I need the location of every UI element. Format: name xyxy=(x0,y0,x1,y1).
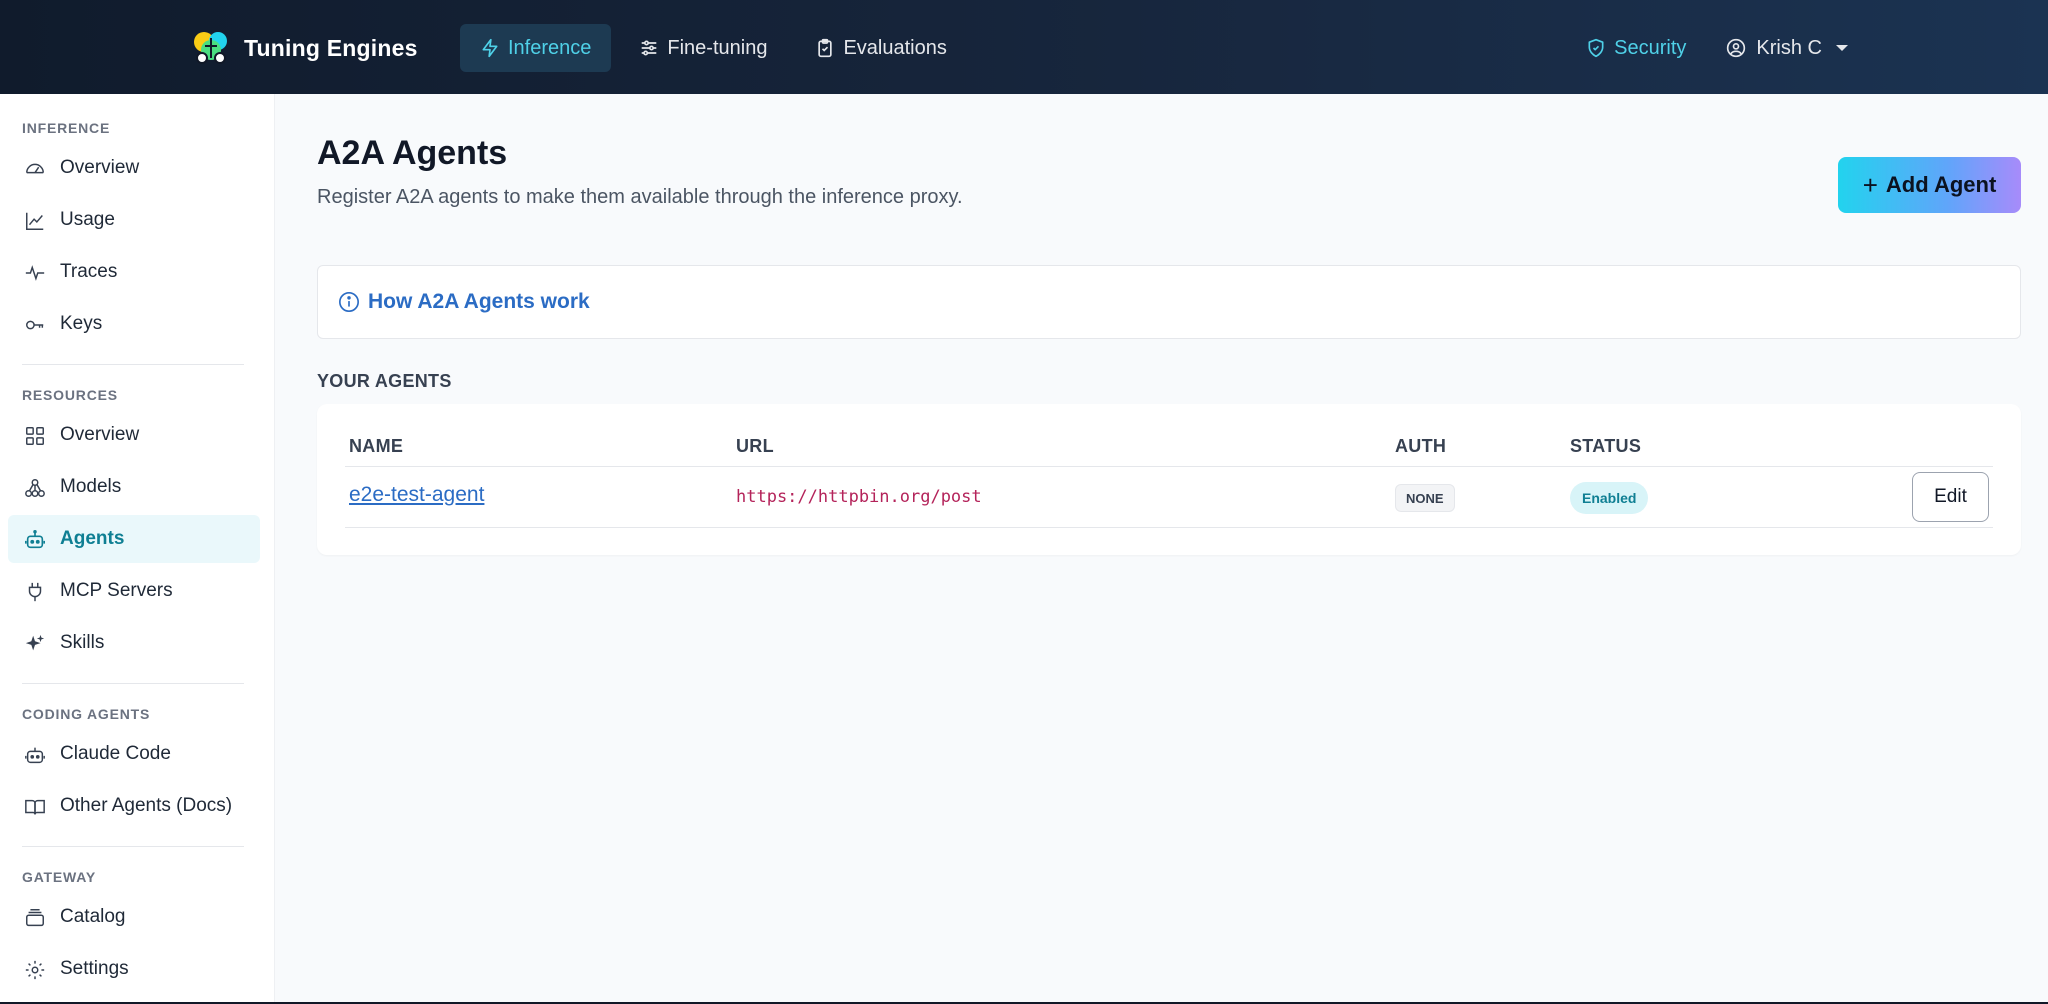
sidebar-item-label: Other Agents (Docs) xyxy=(60,795,233,816)
clipboard-icon xyxy=(818,38,833,58)
sidebar-section-coding-agents: CODING AGENTS xyxy=(22,706,151,722)
user-circle-icon xyxy=(1727,38,1746,58)
brand-name: Tuning Engines xyxy=(244,34,418,61)
gear-icon xyxy=(25,960,45,980)
sidebar-item-other-agents-docs[interactable]: Other Agents (Docs) xyxy=(8,782,260,830)
sidebar-item-models[interactable]: Models xyxy=(8,463,260,511)
sidebar-section-resources: RESOURCES xyxy=(22,387,118,403)
nav-evaluations-label: Evaluations xyxy=(843,36,947,59)
sidebar-divider xyxy=(22,364,244,365)
sidebar-item-agents[interactable]: Agents xyxy=(8,515,260,563)
table-row-divider xyxy=(345,527,1993,528)
chevron-down-icon xyxy=(1836,45,1848,51)
sidebar-item-keys[interactable]: Keys xyxy=(8,300,260,348)
sidebar-item-settings[interactable]: Settings xyxy=(8,945,260,993)
column-header-url: URL xyxy=(736,436,774,456)
sidebar-item-label: Overview xyxy=(60,157,140,178)
brand-logo-icon xyxy=(194,32,227,64)
nav-fine-tuning-label: Fine-tuning xyxy=(667,36,768,59)
brand[interactable]: Tuning Engines xyxy=(190,28,418,68)
nav-fine-tuning[interactable]: Fine-tuning xyxy=(619,24,787,72)
column-header-name: NAME xyxy=(349,436,404,456)
table-row: e2e-test-agent https://httpbin.org/post … xyxy=(317,467,2021,527)
sidebar-divider xyxy=(22,683,244,684)
nav-inference-label: Inference xyxy=(508,36,592,59)
user-name: Krish C xyxy=(1756,36,1822,59)
plug-icon xyxy=(28,582,42,602)
top-right-actions: Security Krish C xyxy=(1586,24,1848,72)
bolt-icon xyxy=(482,38,498,58)
how-it-works-panel[interactable]: How A2A Agents work xyxy=(317,265,2021,339)
sidebar-item-inference-overview[interactable]: Overview xyxy=(8,144,260,192)
sidebar-item-label: Keys xyxy=(60,313,103,334)
agent-name-link[interactable]: e2e-test-agent xyxy=(349,483,484,507)
sidebar-item-resources-overview[interactable]: Overview xyxy=(8,411,260,459)
top-navbar: Tuning Engines Inference Fine-tuning Eva… xyxy=(0,0,2048,94)
auth-badge: NONE xyxy=(1395,484,1455,512)
sidebar-item-label: Claude Code xyxy=(60,743,171,764)
sidebar-item-label: Traces xyxy=(60,261,118,282)
sidebar-item-label: Settings xyxy=(60,958,129,979)
book-icon xyxy=(25,799,45,815)
top-nav: Inference Fine-tuning Evaluations xyxy=(460,24,967,72)
security-link[interactable]: Security xyxy=(1586,37,1686,60)
page-subtitle: Register A2A agents to make them availab… xyxy=(317,186,963,208)
shield-icon xyxy=(1588,38,1604,58)
section-title-your-agents: YOUR AGENTS xyxy=(317,371,452,391)
sidebar-divider xyxy=(22,846,244,847)
sidebar-section-inference: INFERENCE xyxy=(22,120,111,136)
app-root: Tuning Engines Inference Fine-tuning Eva… xyxy=(0,0,2048,1004)
sidebar-item-mcp-servers[interactable]: MCP Servers xyxy=(8,567,260,615)
how-it-works-link: How A2A Agents work xyxy=(368,290,590,313)
bot-icon xyxy=(25,530,45,549)
bot-icon xyxy=(25,747,45,764)
sparkles-icon xyxy=(25,634,45,651)
gauge-icon xyxy=(26,163,44,174)
sidebar-item-catalog[interactable]: Catalog xyxy=(8,893,260,941)
nav-evaluations[interactable]: Evaluations xyxy=(795,24,966,72)
agents-table: NAME URL AUTH STATUS e2e-test-agent http… xyxy=(317,404,2021,555)
sliders-icon xyxy=(641,40,657,56)
grid-icon xyxy=(26,427,44,445)
add-agent-label: Add Agent xyxy=(1885,172,1997,197)
edit-agent-button[interactable]: Edit xyxy=(1912,472,1989,522)
column-header-status: STATUS xyxy=(1570,436,1642,456)
sidebar-item-skills[interactable]: Skills xyxy=(8,619,260,667)
plus-icon: + xyxy=(1862,170,1878,200)
agent-url: https://httpbin.org/post xyxy=(736,487,982,507)
column-header-auth: AUTH xyxy=(1395,436,1447,456)
sidebar-item-label: Skills xyxy=(60,632,105,653)
sidebar-item-label: Catalog xyxy=(60,906,126,927)
sidebar-item-label: Overview xyxy=(60,424,140,445)
add-agent-button[interactable]: + Add Agent xyxy=(1838,157,2021,213)
main-content: A2A Agents Register A2A agents to make t… xyxy=(275,94,2048,1004)
sidebar-item-label: Usage xyxy=(60,209,115,230)
nav-inference[interactable]: Inference xyxy=(460,24,612,72)
sidebar-item-usage[interactable]: Usage xyxy=(8,196,260,244)
status-badge: Enabled xyxy=(1570,482,1649,514)
security-label: Security xyxy=(1614,36,1687,59)
activity-icon xyxy=(25,265,45,281)
sidebar-item-label: Models xyxy=(60,476,122,497)
sidebar-item-traces[interactable]: Traces xyxy=(8,248,260,296)
key-icon xyxy=(26,320,44,330)
sidebar-item-label: Agents xyxy=(60,528,125,549)
table-header: NAME URL AUTH STATUS xyxy=(317,404,2021,466)
sidebar-item-label: MCP Servers xyxy=(60,580,173,601)
sidebar: INFERENCE Overview Usage Traces Keys RES… xyxy=(0,94,275,1004)
info-icon xyxy=(339,292,359,312)
layers-icon xyxy=(26,909,44,927)
sidebar-item-claude-code[interactable]: Claude Code xyxy=(8,730,260,778)
network-icon xyxy=(25,479,45,497)
line-chart-icon xyxy=(26,212,44,230)
page-title: A2A Agents xyxy=(317,134,508,172)
user-menu[interactable]: Krish C xyxy=(1726,37,1848,60)
sidebar-section-gateway: GATEWAY xyxy=(22,869,97,885)
